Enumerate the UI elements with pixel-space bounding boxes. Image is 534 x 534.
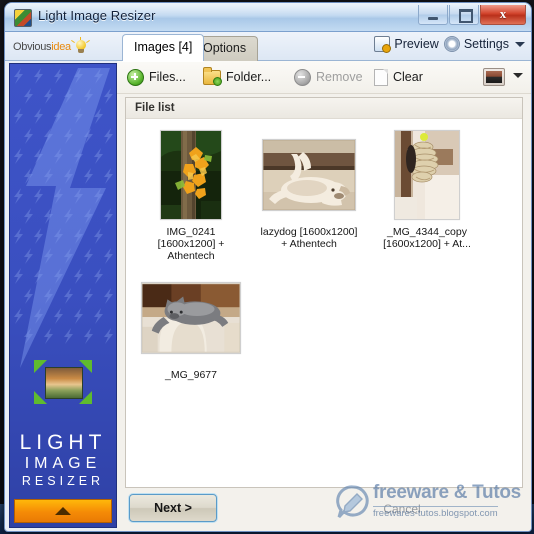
preview-icon <box>374 36 392 53</box>
next-button[interactable]: Next > <box>129 494 217 522</box>
brand-text-idea: idea <box>51 41 71 53</box>
clear-button[interactable]: Clear <box>370 66 427 88</box>
remove-button[interactable]: Remove <box>290 66 367 88</box>
list-item[interactable]: _MG_9677 <box>141 270 241 381</box>
window-title: Light Image Resizer <box>38 8 156 23</box>
add-folder-label: Folder... <box>226 70 272 84</box>
add-circle-icon <box>127 68 144 86</box>
maximize-button[interactable] <box>449 5 479 25</box>
obviousidea-logo: Obvious idea <box>13 36 118 58</box>
list-item-caption: lazydog [1600x1200] + Athentech <box>260 226 358 250</box>
thumbnail-grid: IMG_0241 [1600x1200] + Athentech lazydog… <box>132 127 516 389</box>
tab-images[interactable]: Images [4] <box>122 34 205 61</box>
sidebar-title-line3: RESIZER <box>21 474 105 488</box>
cancel-button[interactable]: Cancel <box>360 502 444 520</box>
sidebar-product-title: LIGHT IMAGE RESIZER <box>10 432 116 489</box>
thumbnail-image-grey-cat <box>141 281 241 354</box>
settings-label: Settings <box>463 37 509 51</box>
remove-label: Remove <box>316 70 363 84</box>
add-files-label: Files... <box>149 70 186 84</box>
list-item[interactable]: IMG_0241 [1600x1200] + Athentech <box>141 127 241 262</box>
chevron-down-icon <box>515 41 525 47</box>
footer-button-row: Next > Cancel freeware & Tutos freewares… <box>125 482 523 526</box>
add-folder-icon <box>203 66 222 86</box>
file-toolbar: Files... Folder... Remove Clear <box>117 61 531 94</box>
list-item[interactable]: _MG_4344_copy [1600x1200] + At... <box>377 127 477 262</box>
thumbnail-image-coiled-rope <box>394 129 460 220</box>
thumbnail-container <box>377 127 477 222</box>
thumbnail-view-icon[interactable] <box>483 68 505 86</box>
file-list-panel: File list IMG_0241 [1600x1200] + Athente… <box>125 97 523 488</box>
minimize-button[interactable] <box>418 5 448 25</box>
thumbnail-image-sepia-dog <box>262 138 356 211</box>
list-item[interactable]: lazydog [1600x1200] + Athentech <box>259 127 359 262</box>
preview-label: Preview <box>394 37 439 51</box>
list-item-caption: _MG_4344_copy [1600x1200] + At... <box>383 226 471 250</box>
chevron-down-icon[interactable] <box>513 73 523 78</box>
tab-strip: Obvious idea Images [4] Options Preview S… <box>5 32 531 61</box>
branding-sidebar: LIGHT IMAGE RESIZER <box>9 63 117 528</box>
list-item-caption: IMG_0241 [1600x1200] + Athentech <box>157 226 225 262</box>
sidebar-title-line2: IMAGE <box>24 455 102 472</box>
blank-page-icon <box>374 68 388 86</box>
close-button[interactable]: x <box>480 5 526 25</box>
gear-icon <box>443 36 460 52</box>
sidebar-title-line1: LIGHT <box>19 431 107 454</box>
thumbnail-container <box>141 127 241 222</box>
chevron-up-icon <box>55 507 71 515</box>
resize-arrows-image-icon <box>34 360 92 404</box>
thumbnail-container <box>141 270 241 365</box>
thumbnail-container <box>259 127 359 222</box>
settings-button[interactable]: Settings <box>443 36 525 52</box>
sidebar-collapse-bar[interactable] <box>14 499 112 523</box>
brand-text-obvious: Obvious <box>13 41 52 53</box>
content-pane: Files... Folder... Remove Clear File lis… <box>117 61 531 531</box>
title-bar[interactable]: Light Image Resizer x <box>5 3 531 32</box>
preview-button[interactable]: Preview <box>374 36 439 53</box>
window-controls: x <box>417 5 526 25</box>
window-body: LIGHT IMAGE RESIZER Files... Folder... R… <box>5 61 531 531</box>
app-image-icon <box>14 9 32 27</box>
header-actions: Preview Settings <box>374 36 525 53</box>
file-list-header: File list <box>126 98 522 119</box>
add-files-button[interactable]: Files... <box>123 66 190 88</box>
close-icon: x <box>499 6 507 21</box>
add-folder-button[interactable]: Folder... <box>199 66 275 88</box>
large-lightning-bolt <box>20 68 110 368</box>
list-item-caption: _MG_9677 <box>165 369 217 381</box>
remove-circle-icon <box>294 68 311 86</box>
thumbnail-image-autumn-leaves <box>160 129 222 220</box>
file-list-body[interactable]: IMG_0241 [1600x1200] + Athentech lazydog… <box>126 119 522 487</box>
lightbulb-icon <box>70 36 90 55</box>
clear-label: Clear <box>393 70 423 84</box>
application-window: Light Image Resizer x Obvious idea Images… <box>4 2 532 532</box>
